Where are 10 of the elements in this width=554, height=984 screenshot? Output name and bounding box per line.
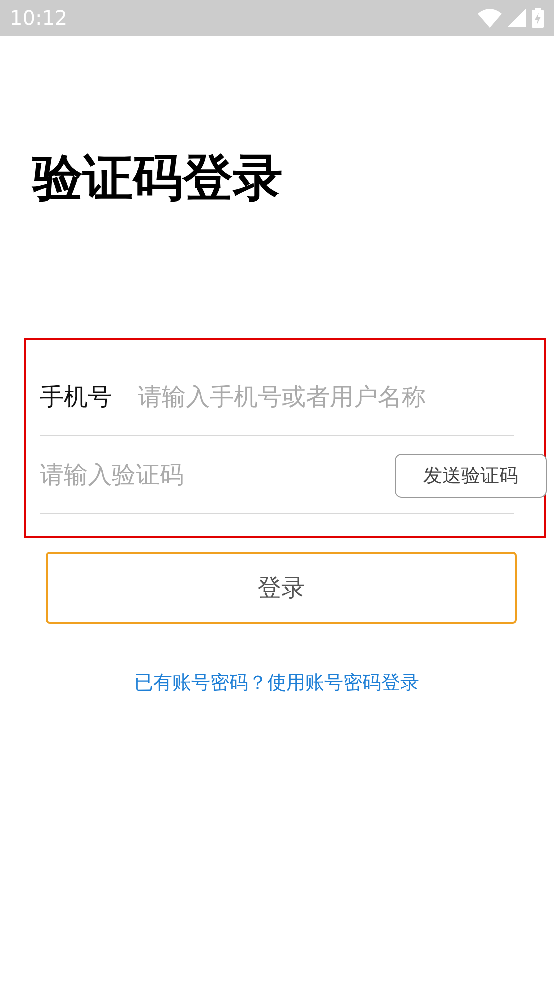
login-button[interactable]: 登录 [46,552,517,624]
phone-input[interactable]: 请输入手机号或者用户名称 [138,382,514,410]
battery-icon [532,8,544,28]
code-input[interactable]: 请输入验证码 [40,460,395,488]
page-title: 验证码登录 [33,148,284,209]
password-login-link[interactable]: 已有账号密码？使用账号密码登录 [134,670,420,696]
send-code-button[interactable]: 发送验证码 [395,454,547,498]
wifi-icon [478,8,502,28]
field-label: 手机号 [40,382,112,412]
signal-icon [508,9,526,27]
